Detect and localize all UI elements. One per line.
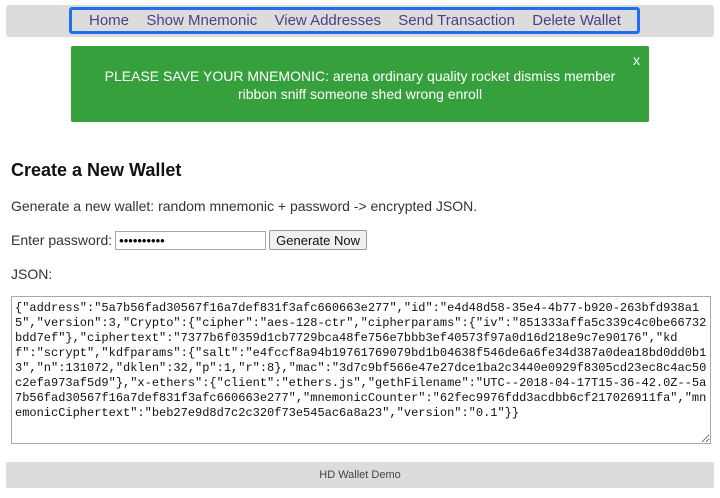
nav-links-group: Home Show Mnemonic View Addresses Send T… <box>69 7 640 34</box>
generate-now-button[interactable]: Generate Now <box>269 230 367 250</box>
nav-delete-wallet-link[interactable]: Delete Wallet <box>532 12 621 29</box>
page-title: Create a New Wallet <box>11 160 182 180</box>
nav-send-transaction-link[interactable]: Send Transaction <box>398 12 515 29</box>
alert-close-button[interactable]: x <box>633 52 640 68</box>
password-label: Enter password: <box>11 232 113 248</box>
json-label: JSON: <box>11 266 53 282</box>
json-output-textarea[interactable]: {"address":"5a7b56fad30567f16a7def831f3a… <box>11 296 711 444</box>
mnemonic-alert: x PLEASE SAVE YOUR MNEMONIC: arena ordin… <box>71 46 649 122</box>
footer: HD Wallet Demo <box>6 462 714 488</box>
nav-home-link[interactable]: Home <box>89 12 129 29</box>
page-description: Generate a new wallet: random mnemonic +… <box>11 198 478 214</box>
password-input[interactable] <box>115 230 267 250</box>
top-navbar: Home Show Mnemonic View Addresses Send T… <box>6 5 714 37</box>
nav-view-addresses-link[interactable]: View Addresses <box>275 12 381 29</box>
footer-text: HD Wallet Demo <box>319 469 401 481</box>
nav-show-mnemonic-link[interactable]: Show Mnemonic <box>146 12 257 29</box>
password-row: Enter password: Generate Now <box>11 230 367 250</box>
alert-message: PLEASE SAVE YOUR MNEMONIC: arena ordinar… <box>104 68 616 102</box>
